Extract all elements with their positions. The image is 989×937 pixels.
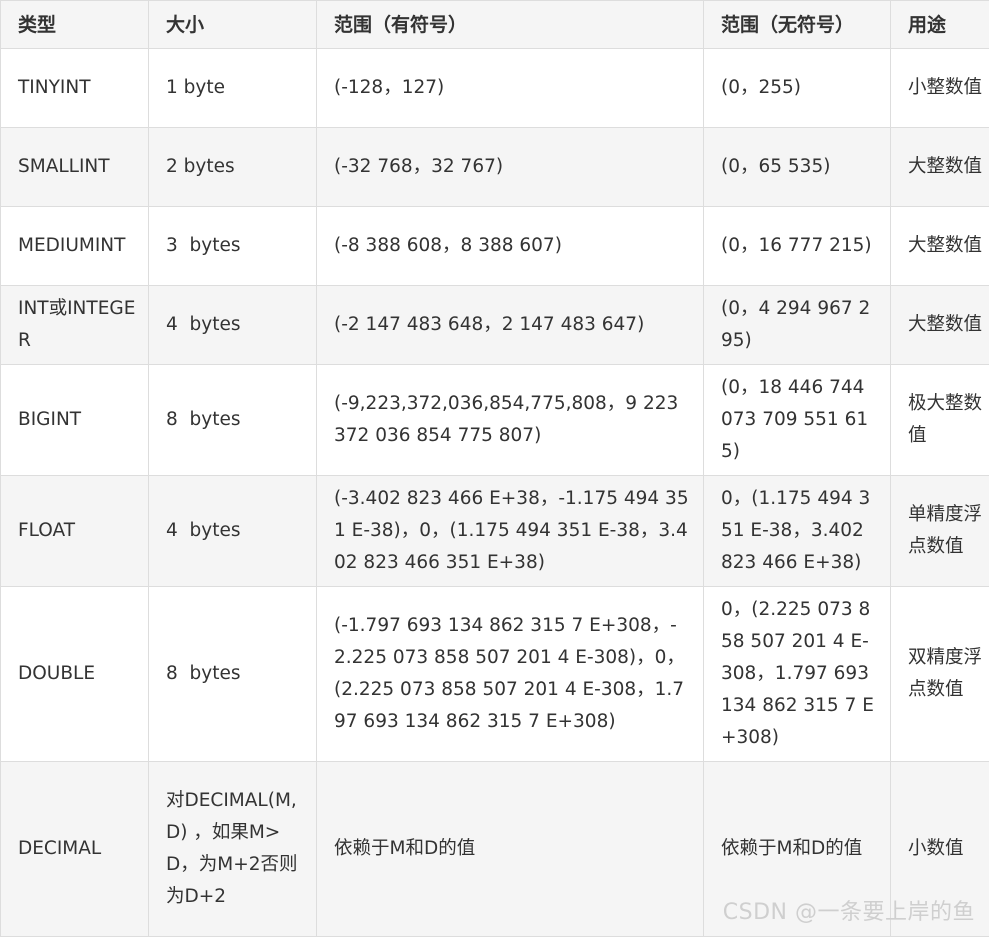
header-unsigned-range: 范围（无符号） bbox=[704, 1, 891, 49]
cell-signed-range: (-32 768，32 767) bbox=[317, 128, 704, 207]
cell-unsigned-range: (0，65 535) bbox=[704, 128, 891, 207]
table-header-row: 类型 大小 范围（有符号） 范围（无符号） 用途 bbox=[1, 1, 989, 49]
cell-type: MEDIUMINT bbox=[1, 207, 149, 286]
cell-use: 单精度浮点数值 bbox=[891, 476, 989, 587]
cell-size: 8 bytes bbox=[149, 587, 317, 762]
cell-unsigned-range: (0，18 446 744 073 709 551 615) bbox=[704, 365, 891, 476]
cell-signed-range: (-3.402 823 466 E+38，-1.175 494 351 E-38… bbox=[317, 476, 704, 587]
cell-type: SMALLINT bbox=[1, 128, 149, 207]
cell-signed-range: 依赖于M和D的值 bbox=[317, 762, 704, 937]
table-row: MEDIUMINT 3 bytes (-8 388 608，8 388 607)… bbox=[1, 207, 989, 286]
table-row: FLOAT 4 bytes (-3.402 823 466 E+38，-1.17… bbox=[1, 476, 989, 587]
cell-signed-range: (-8 388 608，8 388 607) bbox=[317, 207, 704, 286]
cell-use: 大整数值 bbox=[891, 207, 989, 286]
header-signed-range: 范围（有符号） bbox=[317, 1, 704, 49]
cell-size: 对DECIMAL(M,D) ，如果M>D，为M+2否则为D+2 bbox=[149, 762, 317, 937]
cell-unsigned-range: (0，4 294 967 295) bbox=[704, 286, 891, 365]
cell-signed-range: (-9,223,372,036,854,775,808，9 223 372 03… bbox=[317, 365, 704, 476]
mysql-numeric-types-table: 类型 大小 范围（有符号） 范围（无符号） 用途 TINYINT 1 byte … bbox=[0, 0, 989, 937]
header-use: 用途 bbox=[891, 1, 989, 49]
cell-use: 双精度浮点数值 bbox=[891, 587, 989, 762]
cell-unsigned-range: 0，(2.225 073 858 507 201 4 E-308，1.797 6… bbox=[704, 587, 891, 762]
table-row: DOUBLE 8 bytes (-1.797 693 134 862 315 7… bbox=[1, 587, 989, 762]
cell-use: 大整数值 bbox=[891, 286, 989, 365]
cell-signed-range: (-128，127) bbox=[317, 49, 704, 128]
cell-unsigned-range: (0，16 777 215) bbox=[704, 207, 891, 286]
table-row: SMALLINT 2 bytes (-32 768，32 767) (0，65 … bbox=[1, 128, 989, 207]
cell-unsigned-range: (0，255) bbox=[704, 49, 891, 128]
cell-use: 大整数值 bbox=[891, 128, 989, 207]
table-row: BIGINT 8 bytes (-9,223,372,036,854,775,8… bbox=[1, 365, 989, 476]
cell-type: BIGINT bbox=[1, 365, 149, 476]
cell-use: 极大整数值 bbox=[891, 365, 989, 476]
header-type: 类型 bbox=[1, 1, 149, 49]
cell-size: 4 bytes bbox=[149, 286, 317, 365]
cell-type: FLOAT bbox=[1, 476, 149, 587]
cell-size: 4 bytes bbox=[149, 476, 317, 587]
csdn-watermark: CSDN @一条要上岸的鱼 bbox=[723, 894, 975, 926]
header-size: 大小 bbox=[149, 1, 317, 49]
cell-size: 3 bytes bbox=[149, 207, 317, 286]
cell-type: INT或INTEGER bbox=[1, 286, 149, 365]
cell-size: 8 bytes bbox=[149, 365, 317, 476]
cell-use: 小整数值 bbox=[891, 49, 989, 128]
cell-unsigned-range: 0，(1.175 494 351 E-38，3.402 823 466 E+38… bbox=[704, 476, 891, 587]
table-row: TINYINT 1 byte (-128，127) (0，255) 小整数值 bbox=[1, 49, 989, 128]
cell-size: 1 byte bbox=[149, 49, 317, 128]
cell-signed-range: (-2 147 483 648，2 147 483 647) bbox=[317, 286, 704, 365]
cell-type: DOUBLE bbox=[1, 587, 149, 762]
cell-type: DECIMAL bbox=[1, 762, 149, 937]
table-row: INT或INTEGER 4 bytes (-2 147 483 648，2 14… bbox=[1, 286, 989, 365]
cell-signed-range: (-1.797 693 134 862 315 7 E+308，-2.225 0… bbox=[317, 587, 704, 762]
cell-size: 2 bytes bbox=[149, 128, 317, 207]
cell-type: TINYINT bbox=[1, 49, 149, 128]
